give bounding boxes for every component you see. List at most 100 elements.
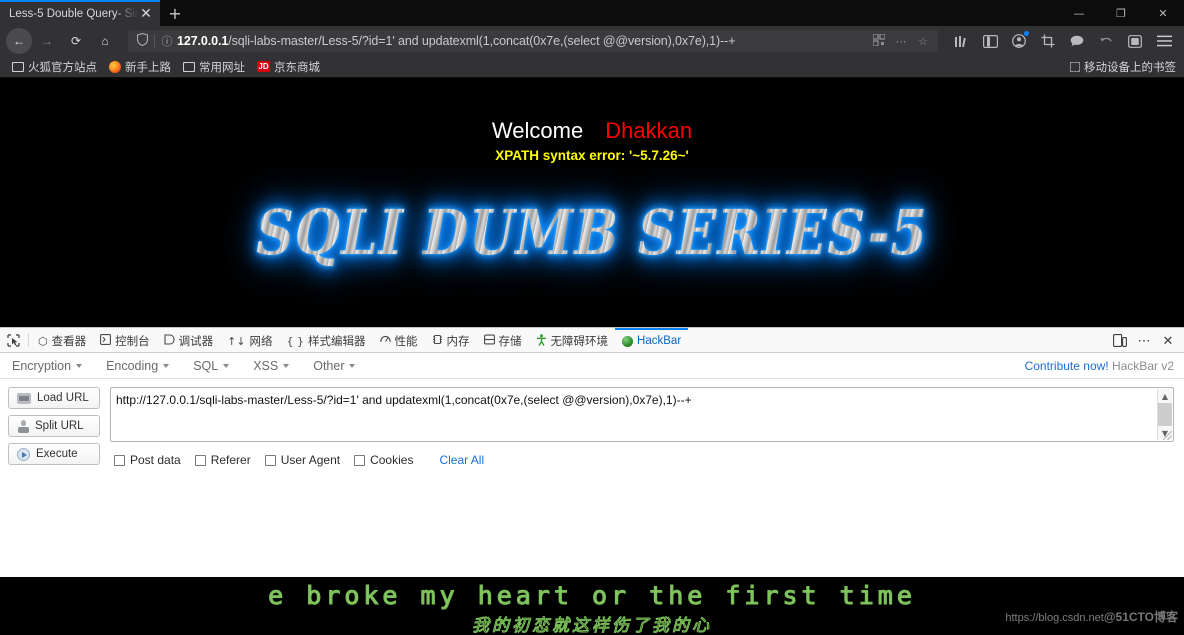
responsive-design-mode-icon[interactable] [1109, 330, 1131, 352]
menu-icon[interactable] [1150, 28, 1178, 54]
checkbox-icon[interactable] [264, 454, 276, 466]
window-restore-button[interactable]: ❐ [1100, 0, 1142, 26]
url-input[interactable]: http://127.0.0.1/sqli-labs-master/Less-5… [110, 387, 1174, 442]
account-icon[interactable] [1005, 28, 1033, 54]
element-picker-icon[interactable] [0, 328, 26, 352]
bookmark-item-jd[interactable]: JD 京东商城 [251, 58, 326, 76]
split-url-button[interactable]: Split URL [8, 415, 100, 437]
post-data-checkbox[interactable]: Post data [114, 453, 181, 467]
tab-style-editor[interactable]: { } 样式编辑器 [280, 328, 373, 352]
watermark-url: https://blog.csdn.net [1005, 612, 1104, 624]
console-icon [100, 334, 112, 348]
mobile-bookmarks-icon [1070, 61, 1080, 72]
devtools-panel: ⬡ 查看器 控制台 调试器 ↑↓ 网络 { } 样式编辑器 性能 内存 存储 无… [0, 327, 1184, 577]
user-agent-checkbox[interactable]: User Agent [264, 453, 340, 467]
banner-wrapper: SQLI DUMB SERIES-5 [0, 198, 1184, 270]
menu-label: XSS [253, 358, 279, 373]
bookmark-item-common-sites[interactable]: 常用网址 [177, 58, 251, 76]
user-name: Dhakkan [605, 118, 693, 143]
mobile-bookmarks-item[interactable]: 移动设备上的书签 [1070, 59, 1176, 75]
performance-icon [379, 334, 391, 348]
library-icon[interactable] [947, 28, 975, 54]
execute-icon [17, 447, 30, 461]
forward-icon[interactable]: → [33, 28, 61, 54]
execute-button[interactable]: Execute [8, 443, 100, 465]
window-close-button[interactable]: ✕ [1142, 0, 1184, 26]
hackbar-options: Post data Referer User Agent Cookies Cle… [110, 453, 1174, 467]
home-icon[interactable]: ⌂ [91, 28, 119, 54]
container-icon[interactable] [1121, 28, 1149, 54]
debugger-icon [164, 334, 175, 348]
devtools-more-icon[interactable]: ⋯ [1133, 330, 1155, 352]
toolbar-divider [28, 333, 29, 347]
xpath-error-message: XPATH syntax error: '~5.7.26~' [495, 148, 689, 163]
load-url-icon [17, 392, 31, 404]
qr-icon[interactable] [868, 32, 890, 49]
tab-memory[interactable]: 内存 [425, 328, 477, 352]
browser-tab[interactable]: Less-5 Double Query- Single Qu... ✕ [0, 0, 160, 26]
checkbox-icon[interactable] [354, 454, 366, 466]
address-bar[interactable]: ⓘ 127.0.0.1/sqli-labs-master/Less-5/?id=… [128, 30, 938, 52]
menu-encoding[interactable]: Encoding [106, 359, 170, 373]
bookmark-label: 新手上路 [125, 61, 171, 74]
tab-label: HackBar [637, 335, 682, 347]
url-path: /sqli-labs-master/Less-5/?id=1' and upda… [228, 34, 736, 48]
checkbox-label: Referer [210, 453, 251, 467]
screenshot-icon[interactable] [1034, 28, 1062, 54]
scroll-up-icon[interactable]: ▲ [1158, 389, 1172, 403]
tab-label: 网络 [249, 336, 273, 348]
scrollbar-thumb[interactable] [1158, 403, 1172, 426]
jd-icon: JD [257, 61, 270, 72]
menu-encryption[interactable]: Encryption [12, 358, 83, 373]
devtools-close-icon[interactable]: ✕ [1157, 330, 1179, 352]
tab-console[interactable]: 控制台 [93, 328, 157, 352]
hackbar-actions: Load URL Split URL Execute [8, 387, 100, 577]
contribute-link[interactable]: Contribute now! [1025, 359, 1109, 373]
page-info-icon[interactable]: ⓘ [157, 33, 177, 49]
tab-accessibility[interactable]: 无障碍环境 [529, 328, 616, 352]
menu-label: Encryption [12, 358, 72, 373]
address-more-icon[interactable]: ⋯ [890, 35, 912, 48]
menu-label: SQL [193, 358, 219, 373]
chat-icon[interactable] [1063, 28, 1091, 54]
tab-debugger[interactable]: 调试器 [157, 328, 221, 352]
checkbox-icon[interactable] [194, 454, 206, 466]
lyric-english: e broke my heart or the first time [268, 581, 916, 611]
clear-all-link[interactable]: Clear All [439, 453, 484, 467]
sidebar-icon[interactable] [976, 28, 1004, 54]
reload-icon[interactable]: ⟳ [62, 28, 90, 54]
menu-label: Other [313, 358, 345, 373]
undo-icon[interactable] [1092, 28, 1120, 54]
bookmark-item-firefox-official[interactable]: 火狐官方站点 [6, 58, 103, 76]
shield-icon[interactable] [132, 32, 152, 49]
referer-checkbox[interactable]: Referer [194, 453, 251, 467]
checkbox-icon[interactable] [114, 454, 125, 466]
load-url-button[interactable]: Load URL [8, 387, 100, 409]
window-minimize-button[interactable]: — [1058, 0, 1100, 26]
chevron-down-icon [163, 363, 170, 368]
cookies-checkbox[interactable]: Cookies [354, 453, 413, 467]
url-textarea-wrapper: http://127.0.0.1/sqli-labs-master/Less-5… [110, 387, 1174, 442]
button-label: Split URL [35, 420, 84, 432]
menu-xss[interactable]: XSS [253, 358, 290, 373]
bookmark-item-newbie[interactable]: 新手上路 [103, 58, 177, 76]
button-label: Execute [36, 448, 78, 460]
tab-close-icon[interactable]: ✕ [138, 6, 154, 22]
tab-hackbar[interactable]: HackBar [615, 328, 689, 352]
tab-inspector[interactable]: ⬡ 查看器 [31, 328, 93, 352]
account-badge [1024, 31, 1029, 36]
new-tab-button[interactable]: + [160, 0, 190, 26]
navigation-toolbar: ← → ⟳ ⌂ ⓘ 127.0.0.1/sqli-labs-master/Les… [0, 26, 1184, 56]
network-icon: ↑↓ [227, 334, 246, 348]
menu-sql[interactable]: SQL [193, 358, 230, 373]
tab-storage[interactable]: 存储 [477, 328, 529, 352]
devtools-right-controls: ⋯ ✕ [1109, 328, 1184, 353]
tab-network[interactable]: ↑↓ 网络 [220, 328, 279, 352]
scroll-down-icon[interactable]: ▼ [1158, 426, 1172, 440]
menu-other[interactable]: Other [313, 358, 356, 373]
url-input-scrollbar[interactable]: ▲ ▼ [1157, 389, 1172, 440]
back-icon[interactable]: ← [6, 28, 32, 54]
tab-performance[interactable]: 性能 [373, 328, 425, 352]
bookmark-star-icon[interactable]: ☆ [912, 35, 934, 48]
tab-label: 无障碍环境 [550, 336, 609, 348]
